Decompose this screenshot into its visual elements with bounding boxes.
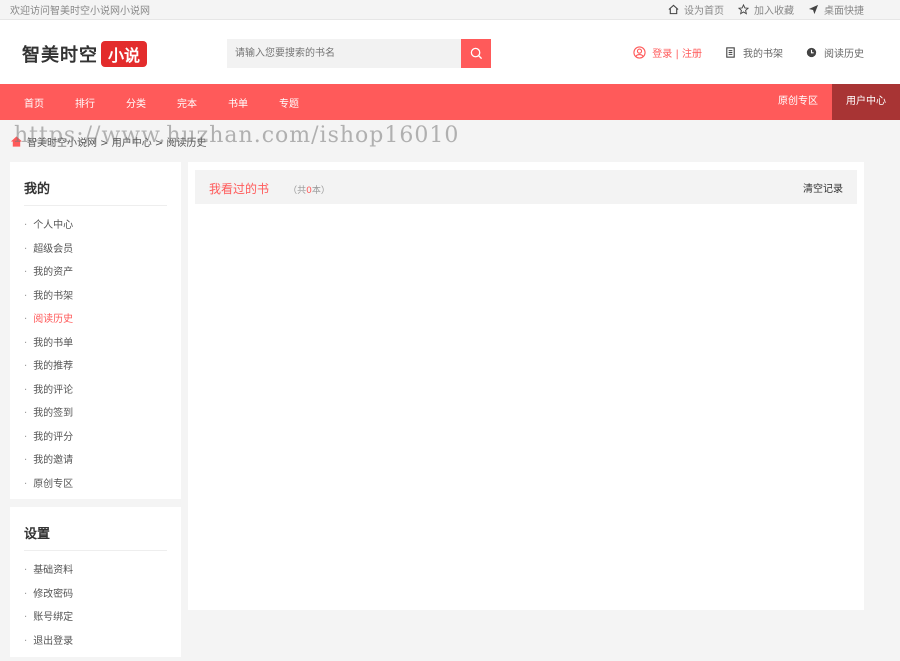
sidebar-item-assets[interactable]: 我的资产 bbox=[24, 261, 167, 285]
nav-item-booklist[interactable]: 书单 bbox=[228, 95, 248, 110]
nav-item-topic[interactable]: 专题 bbox=[279, 95, 299, 110]
sidebar-item-history[interactable]: 阅读历史 bbox=[24, 308, 167, 332]
history-title: 我看过的书 bbox=[209, 181, 270, 196]
sidebar-item-vip[interactable]: 超级会员 bbox=[24, 238, 167, 262]
my-shelf-link[interactable]: 我的书架 bbox=[724, 45, 783, 60]
sidebar-item-basic-info[interactable]: 基础资料 bbox=[24, 559, 167, 583]
site-logo[interactable]: 智美时空 小说 bbox=[22, 41, 148, 67]
sidebar-title-settings: 设置 bbox=[24, 523, 167, 551]
sidebar-item-shelf[interactable]: 我的书架 bbox=[24, 285, 167, 309]
header: 智美时空 小说 登录 | 注册 我的书架 阅读历史 bbox=[0, 20, 900, 84]
nav-right: 原创专区 用户中心 bbox=[764, 84, 900, 120]
nav-item-home[interactable]: 首页 bbox=[24, 95, 44, 110]
top-bar: 欢迎访问智美时空小说网小说网 设为首页 加入收藏 桌面快捷 bbox=[0, 0, 900, 20]
welcome-text: 欢迎访问智美时空小说网小说网 bbox=[10, 6, 150, 17]
sidebar-title-mine: 我的 bbox=[24, 178, 167, 206]
nav-item-user-center[interactable]: 用户中心 bbox=[832, 84, 900, 120]
book-icon bbox=[726, 47, 735, 58]
header-links: 登录 | 注册 我的书架 阅读历史 bbox=[633, 45, 864, 60]
sidebar-item-recommend[interactable]: 我的推荐 bbox=[24, 355, 167, 379]
user-icon bbox=[633, 46, 646, 59]
sidebar-mine: 我的 个人中心 超级会员 我的资产 我的书架 阅读历史 我的书单 我的推荐 我的… bbox=[10, 162, 181, 499]
logo-badge: 小说 bbox=[101, 41, 148, 67]
nav-item-category[interactable]: 分类 bbox=[126, 95, 146, 110]
sidebar-item-change-password[interactable]: 修改密码 bbox=[24, 583, 167, 607]
sidebar-item-comments[interactable]: 我的评论 bbox=[24, 379, 167, 403]
search-input[interactable] bbox=[227, 39, 461, 68]
sidebar-item-booklist[interactable]: 我的书单 bbox=[24, 332, 167, 356]
clock-icon bbox=[806, 47, 817, 58]
clear-history-button[interactable]: 清空记录 bbox=[803, 180, 843, 195]
history-count: （共0本） bbox=[288, 185, 330, 196]
bookmark-link[interactable]: 加入收藏 bbox=[738, 2, 794, 17]
sidebar-item-profile[interactable]: 个人中心 bbox=[24, 214, 167, 238]
nav-item-original[interactable]: 原创专区 bbox=[764, 84, 832, 120]
sidebar-item-logout[interactable]: 退出登录 bbox=[24, 630, 167, 654]
set-home-link[interactable]: 设为首页 bbox=[668, 2, 724, 17]
send-icon bbox=[808, 4, 819, 15]
watermark: https://www.huzhan.com/ishop16010 bbox=[14, 123, 460, 148]
sidebar-item-account-binding[interactable]: 账号绑定 bbox=[24, 606, 167, 630]
sidebar-item-signin[interactable]: 我的签到 bbox=[24, 402, 167, 426]
main-panel: 我看过的书 （共0本） 清空记录 bbox=[188, 162, 864, 610]
desktop-shortcut-link[interactable]: 桌面快捷 bbox=[808, 2, 864, 17]
sidebar-settings: 设置 基础资料 修改密码 账号绑定 退出登录 bbox=[10, 507, 181, 657]
sidebar-item-original[interactable]: 原创专区 bbox=[24, 473, 167, 497]
sidebar-item-ratings[interactable]: 我的评分 bbox=[24, 426, 167, 450]
search-icon bbox=[470, 47, 482, 60]
star-icon bbox=[738, 4, 749, 15]
nav-item-rank[interactable]: 排行 bbox=[75, 95, 95, 110]
history-link[interactable]: 阅读历史 bbox=[805, 45, 864, 60]
nav-item-finished[interactable]: 完本 bbox=[177, 95, 197, 110]
sidebar-item-invite[interactable]: 我的邀请 bbox=[24, 449, 167, 473]
login-register-link[interactable]: 登录 | 注册 bbox=[633, 45, 702, 60]
breadcrumb: 智美时空小说网 > 用户中心 > 阅读历史 https://www.huzhan… bbox=[0, 120, 900, 162]
search-box bbox=[227, 39, 491, 68]
history-header: 我看过的书 （共0本） 清空记录 bbox=[195, 170, 857, 204]
home-icon bbox=[668, 4, 679, 15]
search-button[interactable] bbox=[461, 39, 491, 68]
main-nav: 首页 排行 分类 完本 书单 专题 原创专区 用户中心 bbox=[0, 84, 900, 120]
top-links: 设为首页 加入收藏 桌面快捷 bbox=[668, 2, 864, 17]
